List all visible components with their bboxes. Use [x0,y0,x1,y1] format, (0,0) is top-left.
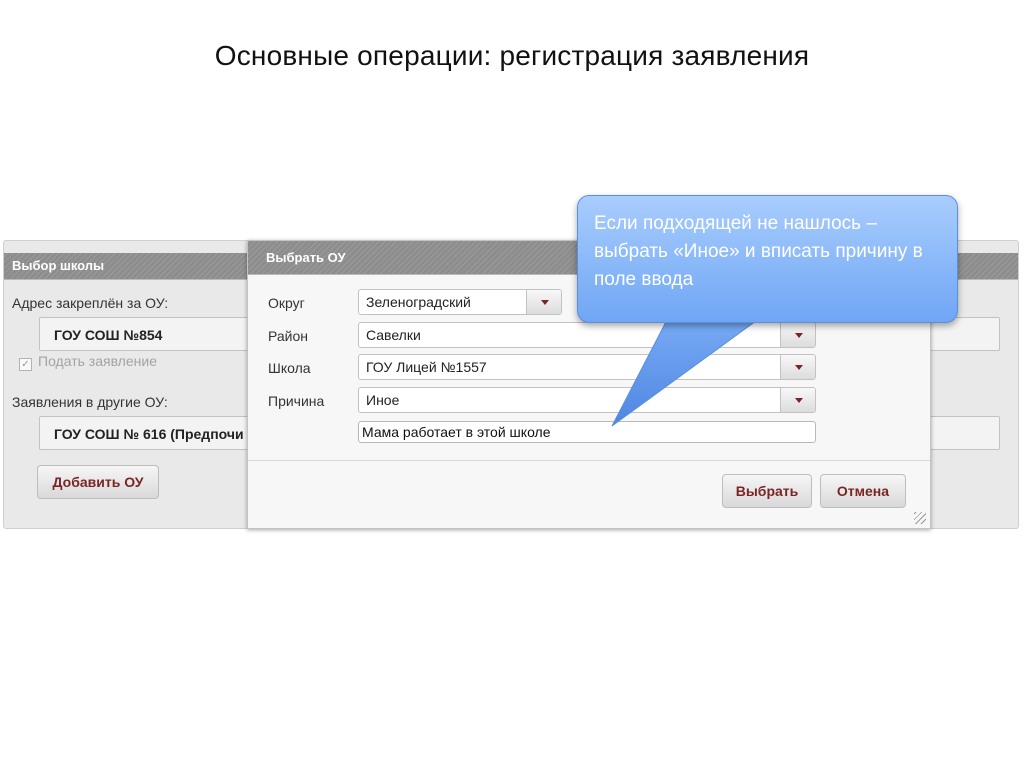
shkola-value: ГОУ Лицей №1557 [366,359,487,375]
reason-text-input[interactable]: Мама работает в этой школе [358,421,816,443]
reason-row: Причина Иное [248,387,930,415]
other-school-field-right [930,416,1000,450]
caret-down-icon[interactable] [780,355,815,379]
submit-application-label: Подать заявление [38,353,157,369]
slide-title: Основные операции: регистрация заявления [214,40,810,71]
select-button[interactable]: Выбрать [722,474,812,508]
okrug-label: Округ [268,295,305,311]
hint-callout: Если подходящей не нашлось – выбрать «Ин… [577,195,958,323]
other-schools-label: Заявления в другие ОУ: [12,394,168,410]
rayon-row: Район Савелки [248,322,930,350]
caret-down-icon[interactable] [526,290,561,314]
resize-grip-icon[interactable] [914,512,926,524]
cancel-button[interactable]: Отмена [820,474,906,508]
checkbox-checked-icon: ✓ [19,358,32,371]
rayon-select[interactable]: Савелки [358,322,816,348]
rayon-value: Савелки [366,327,421,343]
submit-application-checkbox[interactable]: ✓ Подать заявление [19,353,157,371]
reason-select[interactable]: Иное [358,387,816,413]
dialog-divider [248,460,930,461]
add-school-button[interactable]: Добавить ОУ [37,465,159,499]
caret-down-icon[interactable] [780,388,815,412]
assigned-label: Адрес закреплён за ОУ: [12,295,169,311]
shkola-label: Школа [268,360,311,376]
shkola-select[interactable]: ГОУ Лицей №1557 [358,354,816,380]
reason-label: Причина [268,393,325,409]
other-school-field: ГОУ СОШ № 616 (Предпочи [39,416,253,450]
assigned-school-field: ГОУ СОШ №854 [39,317,253,351]
caret-down-icon[interactable] [780,323,815,347]
reason-value: Иное [366,392,400,408]
okrug-select[interactable]: Зеленоградский [358,289,562,315]
okrug-value: Зеленоградский [366,294,471,310]
reason-text-row: Мама работает в этой школе [248,421,930,449]
shkola-row: Школа ГОУ Лицей №1557 [248,354,930,382]
rayon-label: Район [268,328,308,344]
